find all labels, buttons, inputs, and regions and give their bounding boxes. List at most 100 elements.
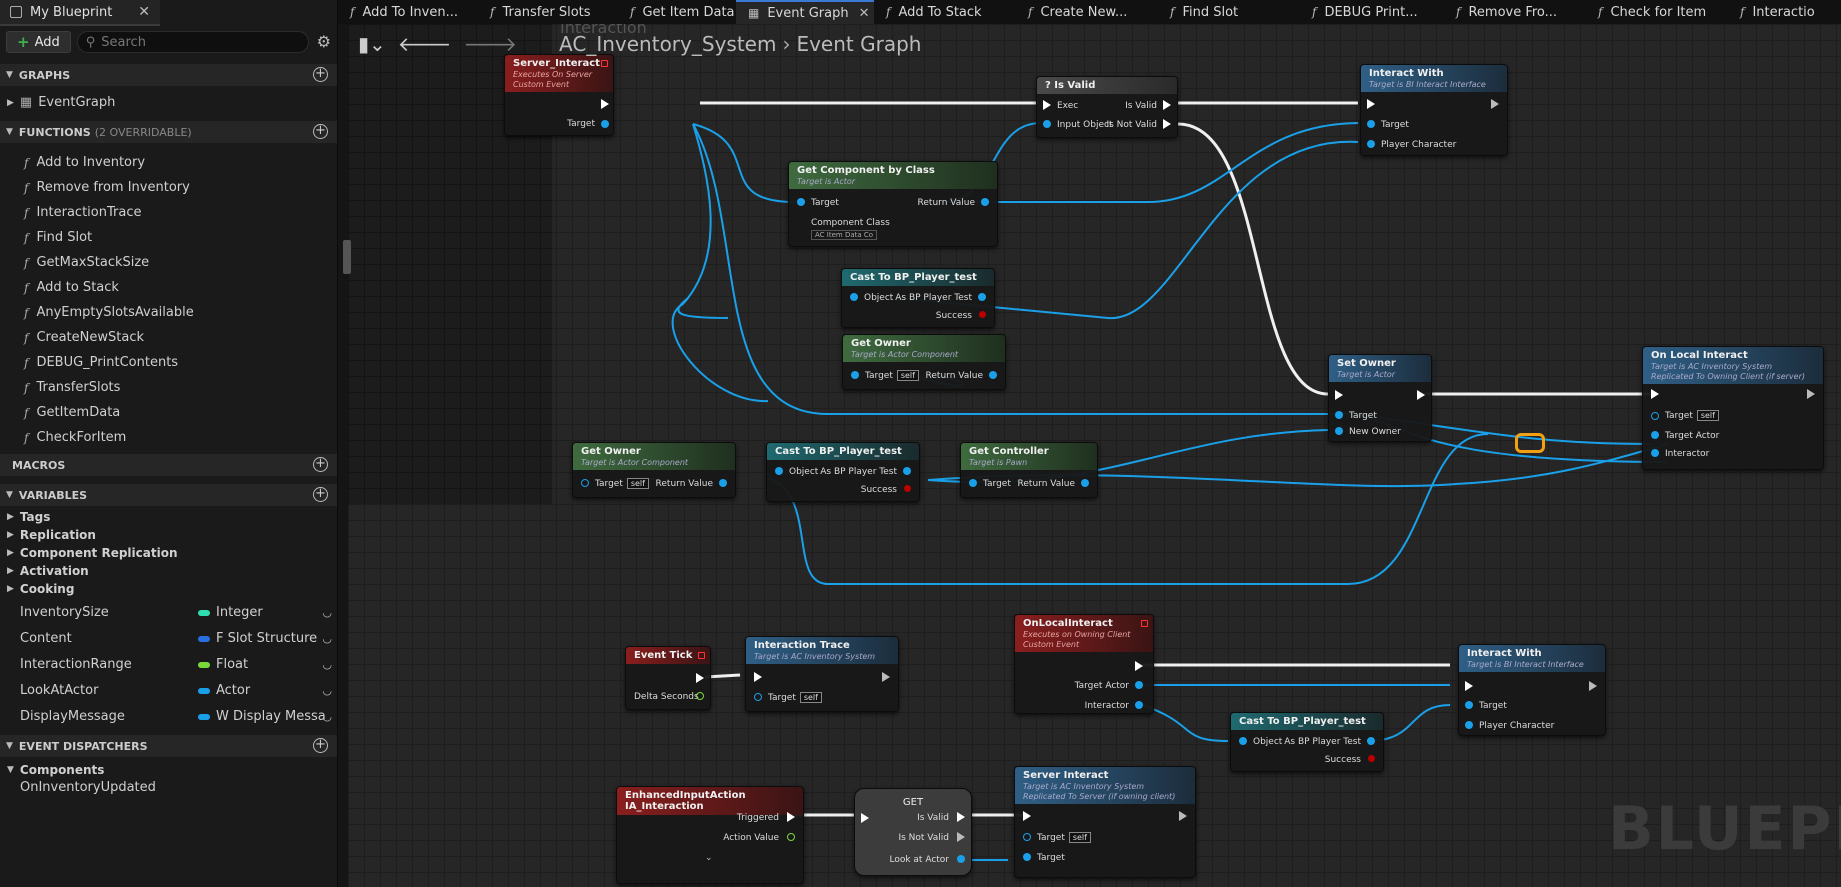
variable-type[interactable]: W Display Messa xyxy=(198,709,326,724)
node-get-controller[interactable]: Get Controller Target is Pawn Target Retu… xyxy=(960,442,1098,498)
function-item[interactable]: f AnyEmptySlotsAvailable xyxy=(0,300,337,325)
add-graph-icon[interactable]: + xyxy=(313,67,328,82)
back-arrow-icon[interactable]: 🡐 xyxy=(398,32,452,56)
node-server-interact-call[interactable]: Server Interact Target is AC Inventory Sy… xyxy=(1014,766,1196,878)
dispatcher-item[interactable]: OnInventoryUpdated xyxy=(0,775,337,800)
exec-out-pin[interactable] xyxy=(1417,390,1425,400)
section-event-dispatchers[interactable]: ▼ EVENT DISPATCHERS + xyxy=(0,735,337,757)
as-bp-player-pin[interactable] xyxy=(978,293,986,301)
node-set-owner[interactable]: Set Owner Target is Actor Target New Owne… xyxy=(1328,354,1432,442)
interactor-pin[interactable] xyxy=(1135,701,1143,709)
variable-category[interactable]: ▶ Tags xyxy=(0,508,337,526)
variable-type[interactable]: F Slot Structure xyxy=(198,631,317,646)
add-variable-icon[interactable]: + xyxy=(313,487,328,502)
exec-out-pin[interactable] xyxy=(882,672,890,682)
action-value-pin[interactable] xyxy=(787,833,795,841)
node-get-component-by-class[interactable]: Get Component by Class Target is Actor Ta… xyxy=(788,161,998,247)
tab-create-new[interactable]: f Create New... xyxy=(1016,0,1158,24)
my-blueprint-tab[interactable]: My Blueprint ✕ xyxy=(0,0,160,26)
panel-scrollbar[interactable] xyxy=(343,240,351,274)
add-button[interactable]: + Add xyxy=(6,31,71,53)
variable-item[interactable]: LookAtActor Actor ◡ xyxy=(0,678,337,703)
target-pin[interactable] xyxy=(797,198,805,206)
target-pin[interactable] xyxy=(1335,411,1343,419)
gear-icon[interactable]: ⚙ xyxy=(315,33,333,51)
reroute-node[interactable] xyxy=(1515,433,1545,453)
target-pin[interactable] xyxy=(969,479,977,487)
object-pin[interactable] xyxy=(775,467,783,475)
node-interact-with-2[interactable]: Interact With Target is BI Interact Inter… xyxy=(1458,644,1606,736)
exec-out-pin[interactable] xyxy=(1491,99,1499,109)
node-cast-to-bp-player-3[interactable]: Cast To BP_Player_test Object As BP Play… xyxy=(1230,712,1384,772)
function-item[interactable]: f TransferSlots xyxy=(0,375,337,400)
triggered-exec-pin[interactable] xyxy=(787,812,795,822)
interactor-pin[interactable] xyxy=(1651,449,1659,457)
node-get-owner-1[interactable]: Get Owner Target is Actor Component Targe… xyxy=(842,334,1006,390)
variable-item[interactable]: InteractionRange Float ◡ xyxy=(0,652,337,677)
variable-category[interactable]: ▶ Component Replication xyxy=(0,544,337,562)
success-pin[interactable] xyxy=(979,311,986,318)
target-actor-pin[interactable] xyxy=(1651,431,1659,439)
graph-canvas[interactable]: Interaction BLUEPRINT xyxy=(348,24,1841,887)
object-pin[interactable] xyxy=(1239,737,1247,745)
variable-item[interactable]: InventorySize Integer ◡ xyxy=(0,600,337,625)
target-pin[interactable] xyxy=(754,693,762,701)
input-object-pin[interactable] xyxy=(1043,120,1051,128)
variable-item[interactable]: DisplayMessage W Display Messa ◡ xyxy=(0,704,337,729)
tab-transfer-slots[interactable]: f Transfer Slots xyxy=(478,0,618,24)
target-pin[interactable] xyxy=(1023,833,1031,841)
target-pin[interactable] xyxy=(1367,120,1375,128)
component-class-select[interactable]: AC Item Data Co xyxy=(811,230,878,240)
section-graphs[interactable]: ▼ GRAPHS + xyxy=(0,64,337,86)
target-actor-pin[interactable] xyxy=(1135,681,1143,689)
exec-in-pin[interactable] xyxy=(1023,811,1031,821)
object-pin[interactable] xyxy=(850,293,858,301)
node-interact-with-1[interactable]: Interact With Target is BI Interact Inter… xyxy=(1360,64,1508,156)
is-not-valid-exec-pin[interactable] xyxy=(1163,119,1171,129)
node-get-owner-2[interactable]: Get Owner Target is Actor Component Targe… xyxy=(572,442,736,498)
exec-out-pin[interactable] xyxy=(1589,681,1597,691)
target-pin[interactable] xyxy=(851,371,859,379)
add-function-icon[interactable]: + xyxy=(313,124,328,139)
function-item[interactable]: f GetMaxStackSize xyxy=(0,250,337,275)
section-macros[interactable]: MACROS + xyxy=(0,454,337,476)
section-variables[interactable]: ▼ VARIABLES + xyxy=(0,484,337,506)
eye-icon[interactable]: ◡ xyxy=(322,632,332,645)
breadcrumb-root[interactable]: AC_Inventory_System xyxy=(559,32,776,56)
self-field[interactable]: self xyxy=(799,692,822,703)
tab-add-to-inven[interactable]: f Add To Inven... xyxy=(338,0,478,24)
success-pin[interactable] xyxy=(1368,755,1375,762)
function-item[interactable]: f Add to Inventory xyxy=(0,150,337,175)
eye-icon[interactable]: ◡ xyxy=(322,658,332,671)
node-cast-to-bp-player-1[interactable]: Cast To BP_Player_test Object As BP Play… xyxy=(841,268,995,328)
exec-in-pin[interactable] xyxy=(754,672,762,682)
tab-interactio[interactable]: f Interactio xyxy=(1728,0,1841,24)
eye-icon[interactable]: ◡ xyxy=(322,606,332,619)
look-at-actor-pin[interactable] xyxy=(957,855,965,863)
return-value-pin[interactable] xyxy=(1081,479,1089,487)
node-interaction-trace[interactable]: Interaction Trace Target is AC Inventory … xyxy=(745,636,899,712)
tab-add-to-stack[interactable]: f Add To Stack xyxy=(874,0,1016,24)
is-not-valid-exec-pin[interactable] xyxy=(957,832,965,842)
is-valid-exec-pin[interactable] xyxy=(957,812,965,822)
function-item[interactable]: f Add to Stack xyxy=(0,275,337,300)
self-field[interactable]: self xyxy=(896,370,919,381)
expand-arrow-icon[interactable]: ⌄ xyxy=(705,853,713,863)
tab-debug-print[interactable]: f DEBUG Print... xyxy=(1300,0,1444,24)
node-onlocalinteract-event[interactable]: OnLocalInteract Executes on Owning Client… xyxy=(1014,614,1154,714)
return-value-pin[interactable] xyxy=(989,371,997,379)
function-item[interactable]: f DEBUG_PrintContents xyxy=(0,350,337,375)
exec-in-pin[interactable] xyxy=(1335,390,1343,400)
exec-in-pin[interactable] xyxy=(1465,681,1473,691)
tab-check-for-item[interactable]: f Check for Item xyxy=(1586,0,1728,24)
variable-category[interactable]: ▶ Cooking xyxy=(0,580,337,598)
forward-arrow-icon[interactable]: 🡒 xyxy=(463,32,517,56)
variable-type[interactable]: Actor xyxy=(198,683,250,698)
function-item[interactable]: f GetItemData xyxy=(0,400,337,425)
eye-icon[interactable]: ◡ xyxy=(322,710,332,723)
as-bp-player-pin[interactable] xyxy=(903,467,911,475)
section-functions[interactable]: ▼ FUNCTIONS (2 OVERRIDABLE) + xyxy=(0,121,337,143)
target-pin[interactable] xyxy=(601,120,609,128)
add-dispatcher-icon[interactable]: + xyxy=(313,738,328,753)
exec-in-pin[interactable] xyxy=(1367,99,1375,109)
